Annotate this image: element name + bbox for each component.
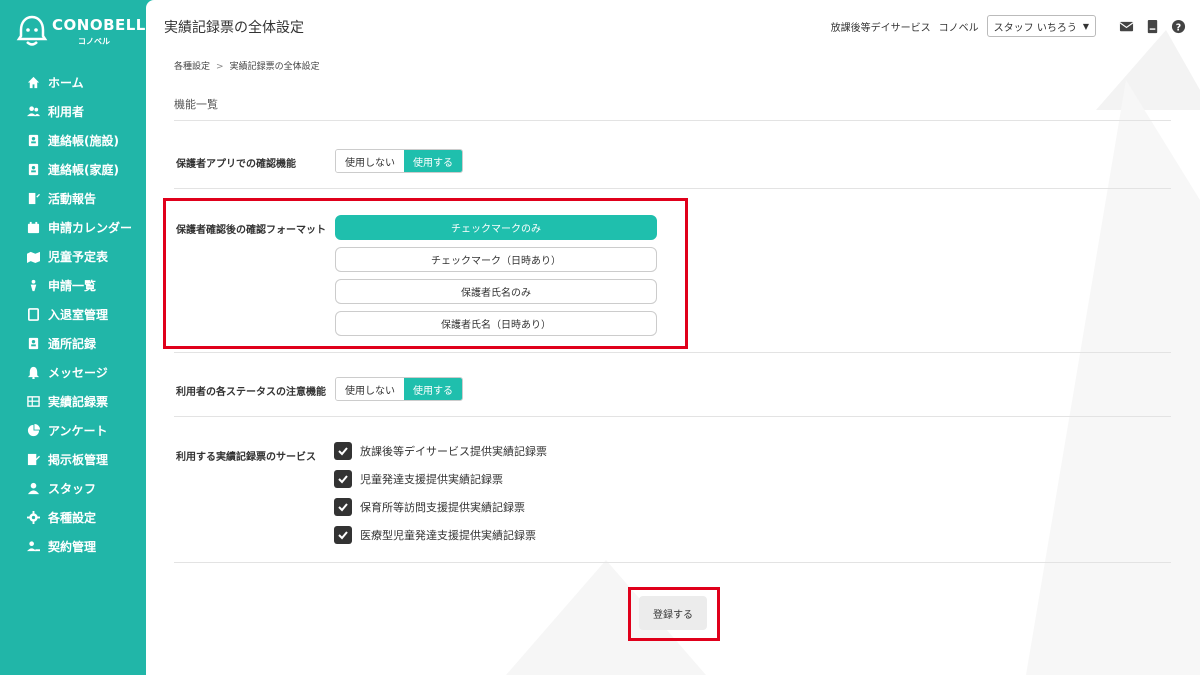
sidebar-item-bulletin-board[interactable]: 掲示板管理 (0, 445, 146, 474)
staff-icon (26, 482, 40, 496)
highlight-box (628, 587, 720, 641)
sidebar-item-contract[interactable]: 契約管理 (0, 532, 146, 561)
parent-app-off-option[interactable]: 使用しない (336, 150, 404, 172)
status-alert-toggle: 使用しない 使用する (335, 377, 463, 401)
divider (174, 352, 1171, 353)
sidebar-item-request-list[interactable]: 申請一覧 (0, 271, 146, 300)
parent-app-on-option[interactable]: 使用する (404, 150, 462, 172)
service-checkbox-child-development[interactable]: 児童発達支援提供実績記録票 (334, 470, 503, 488)
staff-name: スタッフ いちろう (993, 22, 1077, 34)
org-name: コノベル (938, 22, 979, 34)
sidebar-item-attendance-record[interactable]: 通所記録 (0, 329, 146, 358)
manual-book-icon[interactable] (1144, 18, 1160, 34)
brand-name: CONOBELL (52, 16, 146, 34)
main-panel: 実績記録票の全体設定 放課後等デイサービス コノベル スタッフ いちろう ▼ ?… (146, 0, 1200, 675)
breadcrumb-separator: > (216, 62, 224, 72)
sidebar-item-entry-exit[interactable]: 入退室管理 (0, 300, 146, 329)
sidebar-item-staff[interactable]: スタッフ (0, 474, 146, 503)
board-icon (26, 453, 40, 467)
checkmark-icon (334, 526, 352, 544)
calendar-icon (26, 221, 40, 235)
gear-icon (26, 511, 40, 525)
checkmark-icon (334, 442, 352, 460)
home-icon (26, 76, 40, 90)
users-icon (26, 105, 40, 119)
services-label: 利用する実績記録票のサービス (176, 452, 316, 463)
sidebar-item-request-calendar[interactable]: 申請カレンダー (0, 213, 146, 242)
checkmark-icon (334, 498, 352, 516)
mail-icon[interactable] (1118, 18, 1134, 34)
parent-app-toggle: 使用しない 使用する (335, 149, 463, 173)
list-icon (26, 279, 40, 293)
service-name: 放課後等デイサービス (830, 22, 931, 34)
highlight-box (163, 198, 688, 349)
staff-select[interactable]: スタッフ いちろう ▼ (986, 15, 1096, 37)
bell-icon (26, 366, 40, 380)
door-icon (26, 308, 40, 322)
schedule-icon (26, 250, 40, 264)
checkmark-icon (334, 470, 352, 488)
status-alert-label: 利用者の各ステータスの注意機能 (176, 387, 326, 398)
contact-book-icon (26, 163, 40, 177)
breadcrumb: 各種設定 > 実績記録票の全体設定 (174, 59, 320, 72)
service-checkbox-medical-development[interactable]: 医療型児童発達支援提供実績記録票 (334, 526, 536, 544)
sidebar-item-performance-record[interactable]: 実績記録票 (0, 387, 146, 416)
breadcrumb-parent[interactable]: 各種設定 (174, 62, 210, 72)
sidebar: CONOBELL コノベル ホーム 利用者 連絡帳(施設) 連絡帳(家庭) 活動… (0, 0, 146, 675)
report-icon (26, 192, 40, 206)
brand-logo[interactable]: CONOBELL コノベル (16, 14, 145, 48)
service-checkbox-nursery-visit[interactable]: 保育所等訪問支援提供実績記録票 (334, 498, 525, 516)
record-icon (26, 337, 40, 351)
status-alert-off-option[interactable]: 使用しない (336, 378, 404, 400)
divider (174, 562, 1171, 563)
header-toolbar: 放課後等デイサービス コノベル スタッフ いちろう ▼ ? (831, 15, 1186, 37)
sidebar-nav: ホーム 利用者 連絡帳(施設) 連絡帳(家庭) 活動報告 申請カレンダー 児童予… (0, 68, 146, 561)
page-header: 実績記録票の全体設定 放課後等デイサービス コノベル スタッフ いちろう ▼ ? (146, 0, 1200, 50)
bell-logo-icon (16, 15, 48, 46)
help-icon[interactable]: ? (1170, 18, 1186, 34)
contact-book-icon (26, 134, 40, 148)
table-icon (26, 395, 40, 409)
sidebar-item-settings[interactable]: 各種設定 (0, 503, 146, 532)
page-title: 実績記録票の全体設定 (164, 20, 304, 36)
sidebar-item-child-schedule[interactable]: 児童予定表 (0, 242, 146, 271)
chevron-down-icon: ▼ (1082, 21, 1089, 31)
divider (174, 120, 1171, 121)
sidebar-item-home[interactable]: ホーム (0, 68, 146, 97)
survey-icon (26, 424, 40, 438)
sidebar-item-contact-home[interactable]: 連絡帳(家庭) (0, 155, 146, 184)
sidebar-item-contact-facility[interactable]: 連絡帳(施設) (0, 126, 146, 155)
status-alert-on-option[interactable]: 使用する (404, 378, 462, 400)
service-checkbox-afterschool[interactable]: 放課後等デイサービス提供実績記録票 (334, 442, 547, 460)
parent-app-label: 保護者アプリでの確認機能 (176, 159, 296, 170)
sidebar-item-message[interactable]: メッセージ (0, 358, 146, 387)
divider (174, 188, 1171, 189)
divider (174, 416, 1171, 417)
brand-sub: コノベル (78, 37, 110, 46)
sidebar-item-activity-report[interactable]: 活動報告 (0, 184, 146, 213)
section-title: 機能一覧 (174, 98, 218, 111)
contract-icon (26, 540, 40, 554)
sidebar-item-survey[interactable]: アンケート (0, 416, 146, 445)
svg-text:?: ? (1175, 22, 1180, 33)
sidebar-item-users[interactable]: 利用者 (0, 97, 146, 126)
breadcrumb-current: 実績記録票の全体設定 (229, 62, 320, 72)
